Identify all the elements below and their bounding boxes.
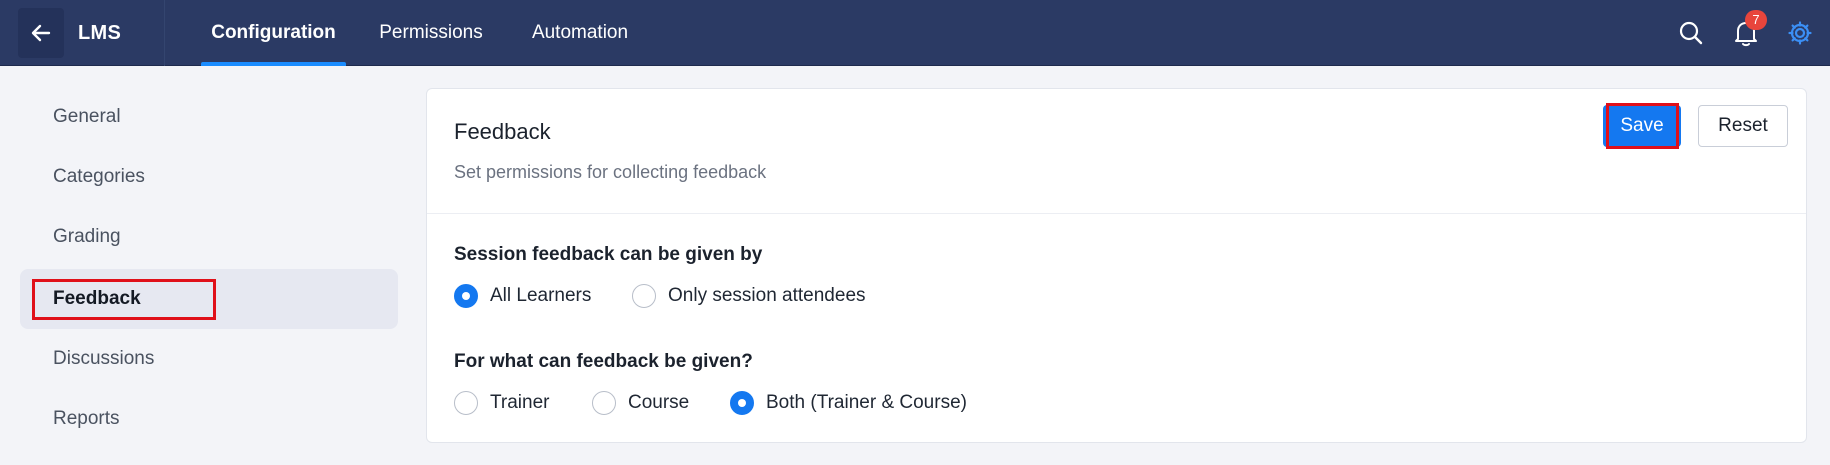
card-divider [427,213,1806,214]
reset-button[interactable]: Reset [1698,105,1788,147]
sidebar-item-feedback[interactable]: Feedback [20,269,398,329]
sidebar-item-grading[interactable]: Grading [20,207,398,267]
radio-unchecked-icon[interactable] [592,391,616,415]
session-feedback-question: Session feedback can be given by [454,244,763,265]
sidebar-item-label: Reports [53,408,120,429]
radio-trainer[interactable]: Trainer [454,390,549,416]
topbar-divider [164,0,165,66]
radio-checked-icon[interactable] [454,284,478,308]
gear-icon [1788,21,1812,45]
sidebar-item-label: Discussions [53,348,155,369]
radio-all-learners[interactable]: All Learners [454,283,591,309]
page-subtitle: Set permissions for collecting feedback [454,162,767,182]
tab-configuration[interactable]: Configuration [201,0,346,66]
radio-label: Trainer [490,392,550,413]
radio-both-trainer-course[interactable]: Both (Trainer & Course) [730,390,967,416]
back-arrow-icon [31,24,51,42]
settings-button[interactable] [1783,16,1817,50]
radio-unchecked-icon[interactable] [454,391,478,415]
tab-automation[interactable]: Automation [524,0,636,66]
sidebar-item-reports[interactable]: Reports [20,389,398,449]
sidebar-item-general[interactable]: General [20,87,398,147]
radio-label: Only session attendees [668,285,866,306]
tab-permissions[interactable]: Permissions [374,0,488,66]
save-button[interactable]: Save [1603,105,1681,147]
back-button[interactable] [18,8,64,58]
feedback-settings-card: Feedback Set permissions for collecting … [426,88,1807,443]
top-navigation-bar: LMS Configuration Permissions Automation… [0,0,1830,66]
radio-course[interactable]: Course [592,390,689,416]
sidebar-item-label: Feedback [53,288,141,309]
search-button[interactable] [1674,16,1708,50]
sidebar-item-discussions[interactable]: Discussions [20,329,398,389]
app-name: LMS [78,22,122,44]
search-icon [1679,21,1703,45]
feedback-target-question: For what can feedback be given? [454,351,753,372]
sidebar-item-label: Grading [53,226,121,247]
radio-only-session-attendees[interactable]: Only session attendees [632,283,866,309]
radio-checked-icon[interactable] [730,391,754,415]
sidebar-item-label: General [53,106,121,127]
notification-count-badge: 7 [1745,10,1767,30]
page-title: Feedback [454,119,551,144]
radio-label: Both (Trainer & Course) [766,392,967,413]
radio-unchecked-icon[interactable] [632,284,656,308]
radio-label: All Learners [490,285,592,306]
sidebar-item-label: Categories [53,166,145,187]
radio-label: Course [628,392,690,413]
sidebar-item-categories[interactable]: Categories [20,147,398,207]
